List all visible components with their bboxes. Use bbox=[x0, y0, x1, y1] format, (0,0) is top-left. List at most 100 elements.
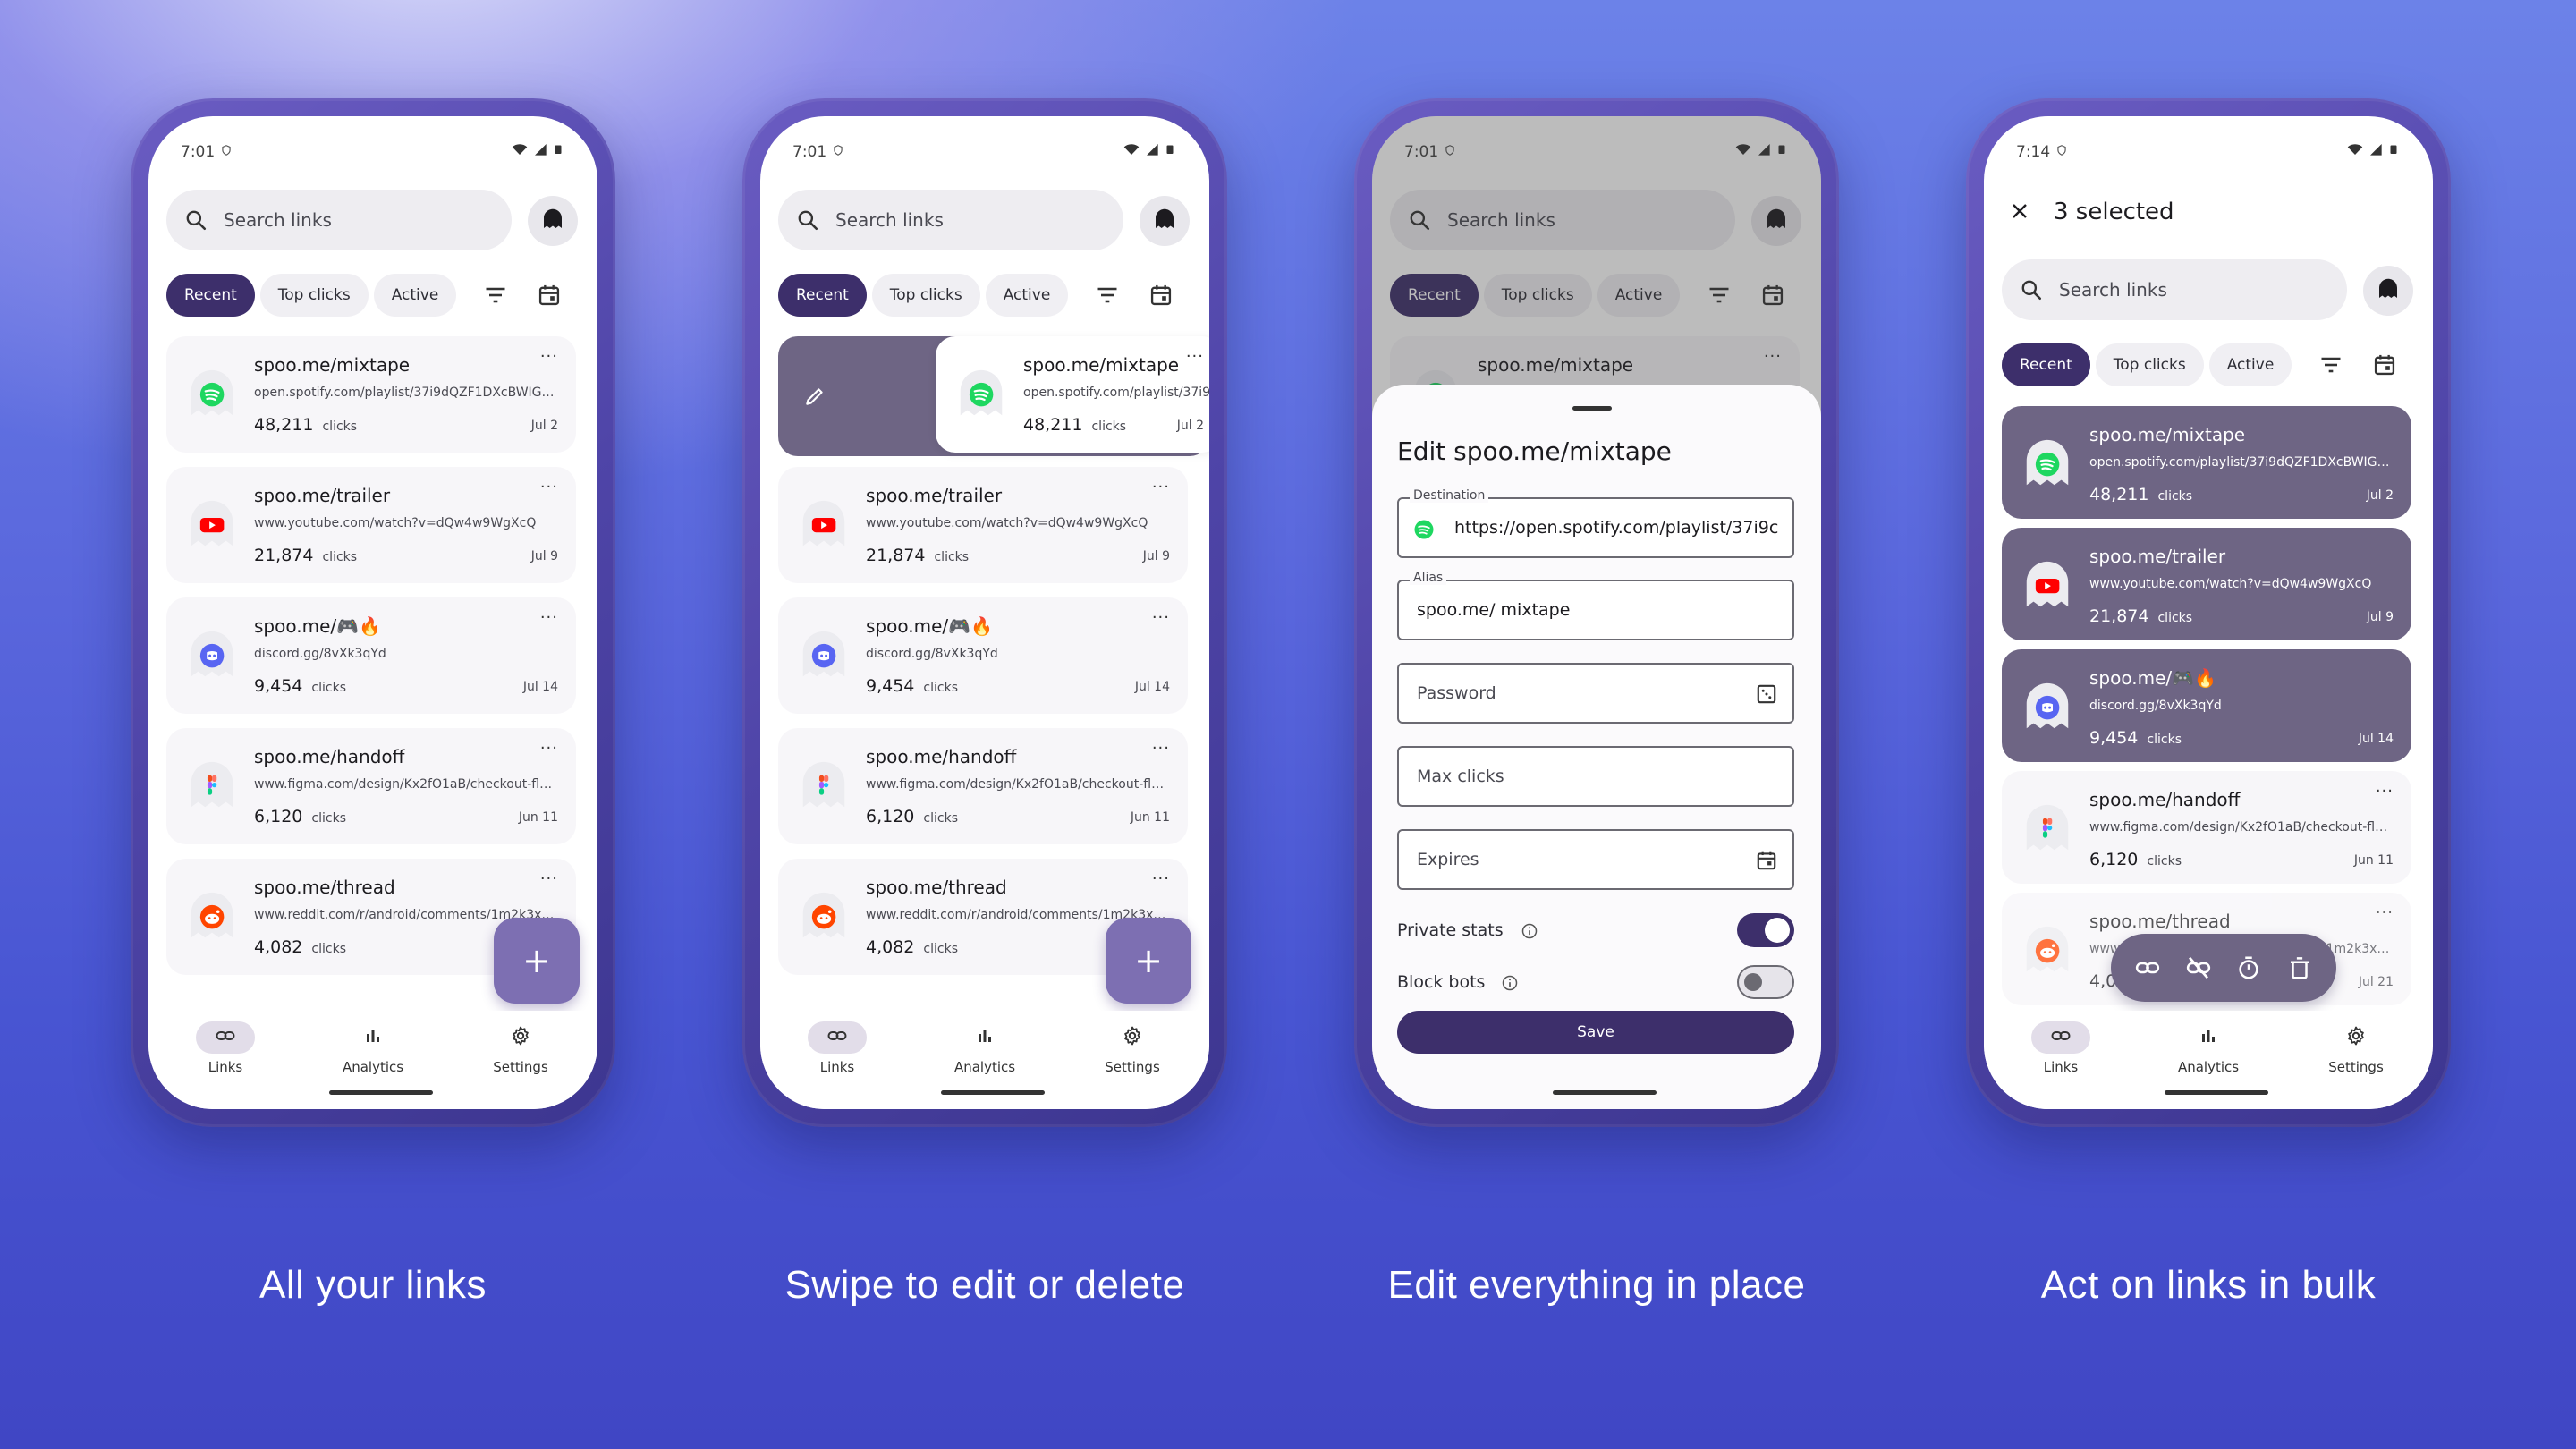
more-options-icon[interactable]: ··· bbox=[1152, 478, 1170, 496]
add-link-button[interactable]: + bbox=[494, 918, 580, 1004]
alias-field[interactable]: Alias spoo.me/ mixtape bbox=[1397, 571, 1794, 640]
close-icon[interactable] bbox=[2009, 200, 2030, 222]
youtube-icon bbox=[2020, 558, 2075, 614]
status-time: 7:14 bbox=[2016, 143, 2051, 161]
link-clicks: 9,454 clicks bbox=[866, 676, 958, 696]
nav-item-settings[interactable]: Settings bbox=[467, 1021, 574, 1075]
max-clicks-field[interactable]: Max clicks bbox=[1397, 746, 1794, 807]
filter-chips: Recent Top clicks Active bbox=[778, 274, 1069, 317]
link-icon[interactable] bbox=[2134, 954, 2161, 981]
chip-recent[interactable]: Recent bbox=[2002, 343, 2090, 386]
nav-item-links[interactable]: Links bbox=[784, 1021, 891, 1075]
filter-icon[interactable] bbox=[483, 283, 508, 308]
search-bar[interactable]: Search links bbox=[778, 190, 1123, 250]
more-options-icon[interactable]: ··· bbox=[540, 478, 558, 496]
link-card[interactable]: spoo.me/mixtape open.spotify.com/playlist… bbox=[2002, 406, 2411, 519]
save-button[interactable]: Save bbox=[1397, 1011, 1794, 1054]
sheet-handle[interactable] bbox=[1572, 406, 1612, 411]
nav-item-settings[interactable]: Settings bbox=[1079, 1021, 1186, 1075]
search-bar[interactable]: Search links bbox=[2002, 259, 2347, 320]
avatar[interactable] bbox=[1140, 196, 1190, 246]
link-date: Jul 14 bbox=[1134, 680, 1170, 694]
chip-top-clicks[interactable]: Top clicks bbox=[871, 274, 980, 317]
avatar[interactable] bbox=[528, 196, 578, 246]
more-options-icon[interactable]: ··· bbox=[1152, 739, 1170, 758]
nav-item-links[interactable]: Links bbox=[172, 1021, 279, 1075]
link-destination: open.spotify.com/playlist/37i9dQZF1DXcBW… bbox=[2089, 455, 2394, 470]
link-date: Jul 2 bbox=[530, 419, 558, 433]
more-options-icon[interactable]: ··· bbox=[540, 608, 558, 627]
trash-icon[interactable] bbox=[2286, 954, 2313, 981]
chip-active[interactable]: Active bbox=[985, 274, 1069, 317]
search-input[interactable]: Search links bbox=[2059, 279, 2167, 301]
link-clicks: 6,120 clicks bbox=[866, 807, 958, 826]
more-options-icon[interactable]: ··· bbox=[1152, 869, 1170, 888]
dice-icon[interactable] bbox=[1755, 682, 1778, 706]
more-options-icon[interactable]: ··· bbox=[1186, 347, 1204, 366]
link-clicks: 6,120 clicks bbox=[254, 807, 346, 826]
ghost-icon bbox=[1151, 206, 1178, 236]
nav-item-links[interactable]: Links bbox=[2007, 1021, 2114, 1075]
figma-icon bbox=[796, 758, 852, 814]
link-card[interactable]: spoo.me/trailer www.youtube.com/watch?v=d… bbox=[2002, 528, 2411, 640]
calendar-icon[interactable] bbox=[2372, 352, 2397, 377]
password-field[interactable]: Password bbox=[1397, 663, 1794, 724]
info-icon[interactable] bbox=[1501, 974, 1519, 992]
ghost-icon bbox=[2375, 275, 2402, 306]
link-date: Jul 9 bbox=[530, 549, 558, 564]
more-options-icon[interactable]: ··· bbox=[540, 869, 558, 888]
nav-item-analytics[interactable]: Analytics bbox=[931, 1021, 1038, 1075]
alias-input[interactable]: spoo.me/ mixtape bbox=[1417, 600, 1570, 620]
search-bar[interactable]: Search links bbox=[166, 190, 512, 250]
link-card[interactable]: spoo.me/mixtape open.spotify.com/playlist… bbox=[166, 336, 576, 453]
filter-icon[interactable] bbox=[1095, 283, 1120, 308]
destination-field[interactable]: Destination https://open.spotify.com/play… bbox=[1397, 488, 1794, 558]
bar-chart-icon bbox=[2198, 1025, 2219, 1050]
chip-top-clicks[interactable]: Top clicks bbox=[2095, 343, 2204, 386]
block-bots-toggle[interactable] bbox=[1737, 965, 1794, 999]
chip-active[interactable]: Active bbox=[373, 274, 457, 317]
search-input[interactable]: Search links bbox=[835, 209, 944, 231]
nav-item-settings[interactable]: Settings bbox=[2302, 1021, 2410, 1075]
more-options-icon[interactable]: ··· bbox=[1152, 608, 1170, 627]
caption-edit: Edit everything in place bbox=[1387, 1263, 1806, 1307]
screen-bulk: 7:14 3 selected Search links Recent Top clic… bbox=[1984, 116, 2433, 1109]
more-options-icon[interactable]: ··· bbox=[540, 739, 558, 758]
chip-recent[interactable]: Recent bbox=[778, 274, 867, 317]
nav-item-analytics[interactable]: Analytics bbox=[319, 1021, 427, 1075]
destination-input[interactable]: https://open.spotify.com/playlist/37i9c bbox=[1454, 518, 1785, 538]
add-link-button[interactable]: + bbox=[1106, 918, 1191, 1004]
nav-item-analytics[interactable]: Analytics bbox=[2155, 1021, 2262, 1075]
search-input[interactable]: Search links bbox=[224, 209, 332, 231]
link-card[interactable]: spoo.me/trailer www.youtube.com/watch?v=d… bbox=[778, 467, 1188, 583]
avatar[interactable] bbox=[2363, 266, 2413, 316]
selection-header: 3 selected bbox=[2009, 199, 2174, 225]
more-options-icon[interactable]: ··· bbox=[2376, 903, 2394, 922]
more-options-icon[interactable]: ··· bbox=[2376, 782, 2394, 801]
calendar-icon[interactable] bbox=[537, 283, 562, 308]
info-icon[interactable] bbox=[1521, 922, 1538, 940]
timer-icon[interactable] bbox=[2235, 954, 2262, 981]
calendar-icon[interactable] bbox=[1755, 849, 1778, 872]
unlink-icon[interactable] bbox=[2185, 954, 2212, 981]
link-card[interactable]: spoo.me/🎮🔥 discord.gg/8vXk3qYd 9,454 clicks… bbox=[778, 597, 1188, 714]
more-options-icon[interactable]: ··· bbox=[540, 347, 558, 366]
caption-bulk: Act on links in bulk bbox=[2040, 1263, 2377, 1307]
link-clicks: 4,082clicks bbox=[866, 937, 958, 957]
chip-active[interactable]: Active bbox=[2208, 343, 2292, 386]
filter-icon[interactable] bbox=[2318, 352, 2343, 377]
link-card[interactable]: spoo.me/mixtape open.spotify.com/playlist… bbox=[936, 336, 1209, 453]
chip-recent[interactable]: Recent bbox=[166, 274, 255, 317]
link-destination: www.youtube.com/watch?v=dQw4w9WgXcQ bbox=[254, 516, 537, 530]
link-card[interactable]: spoo.me/trailer www.youtube.com/watch?v=d… bbox=[166, 467, 576, 583]
chip-top-clicks[interactable]: Top clicks bbox=[259, 274, 369, 317]
home-indicator bbox=[2165, 1090, 2268, 1095]
private-stats-toggle[interactable] bbox=[1737, 913, 1794, 947]
expires-field[interactable]: Expires bbox=[1397, 829, 1794, 890]
calendar-icon[interactable] bbox=[1148, 283, 1174, 308]
link-card[interactable]: spoo.me/🎮🔥 discord.gg/8vXk3qYd 9,454 clicks… bbox=[166, 597, 576, 714]
link-card[interactable]: spoo.me/handoff www.figma.com/design/Kx2f… bbox=[166, 728, 576, 844]
link-card[interactable]: spoo.me/handoff www.figma.com/design/Kx2f… bbox=[2002, 771, 2411, 884]
link-card[interactable]: spoo.me/handoff www.figma.com/design/Kx2f… bbox=[778, 728, 1188, 844]
link-card[interactable]: spoo.me/🎮🔥 discord.gg/8vXk3qYd 9,454 clicks… bbox=[2002, 649, 2411, 762]
